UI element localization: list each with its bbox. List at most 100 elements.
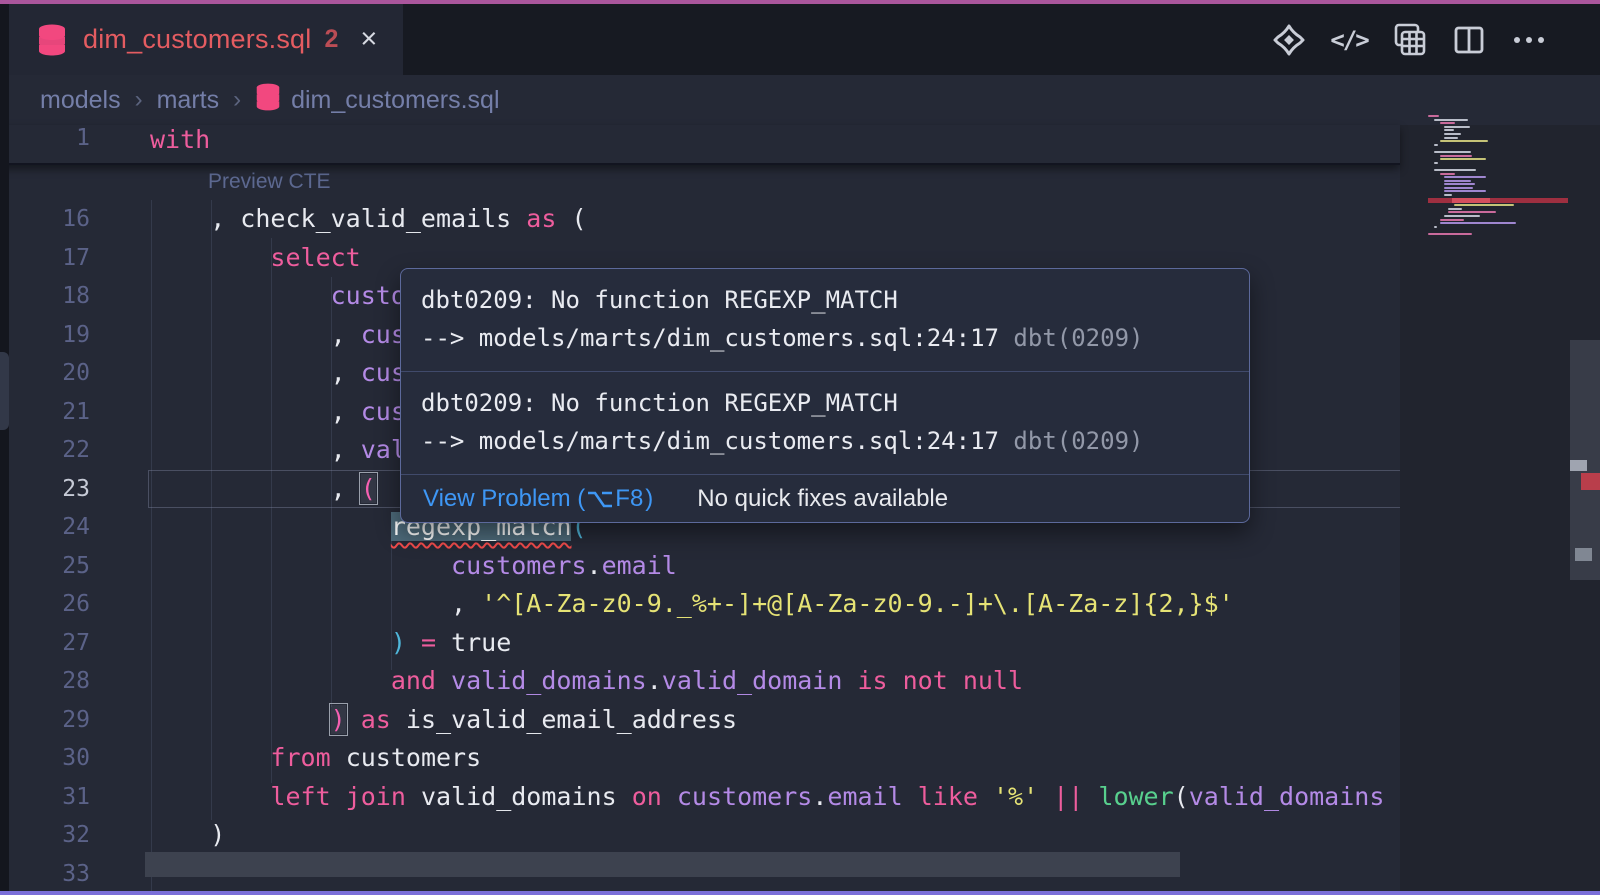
- code-token: ,: [150, 435, 361, 464]
- code-token: [978, 782, 993, 811]
- tab-problem-badge: 2: [324, 25, 338, 54]
- minimap-line: [1440, 140, 1488, 142]
- problem-source: dbt(0209): [999, 324, 1144, 352]
- split-editor-icon[interactable]: [1450, 21, 1488, 59]
- editor-actions: </>: [1270, 4, 1548, 75]
- line-number: 28: [0, 662, 90, 701]
- code-token: [903, 782, 918, 811]
- minimap-line: [1444, 137, 1458, 139]
- code-token: is not null: [857, 666, 1023, 695]
- code-token: ): [150, 820, 225, 849]
- line-number: 18: [0, 277, 90, 316]
- sticky-line-number: 1: [0, 125, 90, 163]
- window-bottom-accent: [0, 891, 1600, 895]
- sticky-scroll-line[interactable]: 1 with: [0, 125, 1400, 165]
- codelens-preview-cte[interactable]: Preview CTE: [208, 170, 331, 194]
- line-number: 23: [0, 470, 90, 509]
- problem-location: --> models/marts/dim_customers.sql:24:17…: [421, 319, 1229, 357]
- minimap-line: [1444, 176, 1486, 178]
- minimap-line: [1454, 204, 1514, 206]
- minimap-line: [1444, 190, 1486, 192]
- minimap-line: [1444, 133, 1461, 135]
- problem-path: --> models/marts/dim_customers.sql:24:17: [421, 324, 999, 352]
- close-icon[interactable]: ×: [360, 25, 377, 54]
- option-key-icon: [587, 489, 613, 509]
- line-text: left join valid_domains on customers.ema…: [150, 778, 1384, 817]
- code-line-32[interactable]: 32 ): [0, 816, 1400, 855]
- line-text: from customers: [150, 739, 481, 778]
- code-icon[interactable]: </>: [1330, 21, 1368, 59]
- code-token: and: [391, 666, 436, 695]
- code-token: customers: [346, 743, 481, 772]
- code-line-26[interactable]: 26 , '^[A-Za-z0-9._%+-]+@[A-Za-z0-9.-]+\…: [0, 585, 1400, 624]
- minimap-line: [1434, 169, 1476, 171]
- breadcrumb: models›marts›dim_customers.sql: [0, 75, 1600, 125]
- code-line-27[interactable]: 27 ) = true: [0, 624, 1400, 663]
- view-problem-link[interactable]: View Problem ( F8 ): [423, 485, 653, 513]
- code-token: left join: [270, 782, 405, 811]
- code-token: [406, 782, 421, 811]
- dbt-icon[interactable]: [1270, 21, 1308, 59]
- minimap-line: [1440, 122, 1455, 124]
- overview-ruler-mark: [1575, 548, 1592, 561]
- code-token: select: [270, 243, 360, 272]
- line-text: , check_valid_emails as (: [150, 200, 587, 239]
- rail-handle[interactable]: [0, 352, 9, 430]
- problem-path: --> models/marts/dim_customers.sql:24:17: [421, 427, 999, 455]
- minimap[interactable]: [1428, 115, 1568, 237]
- breadcrumb-item-marts[interactable]: marts: [157, 86, 220, 115]
- code-token: [617, 782, 632, 811]
- code-token: [406, 628, 421, 657]
- code-token: is_valid_email_address: [406, 705, 737, 734]
- code-token: ||: [1053, 782, 1083, 811]
- code-token: .: [812, 782, 827, 811]
- more-actions-icon[interactable]: [1510, 21, 1548, 59]
- horizontal-scrollbar[interactable]: [145, 852, 1180, 877]
- preview-table-icon[interactable]: [1390, 21, 1428, 59]
- minimap-line: [1444, 180, 1471, 182]
- code-token: (: [1174, 782, 1189, 811]
- database-icon: [255, 83, 281, 118]
- editor-pane[interactable]: Preview CTE 16 , check_valid_emails as (…: [0, 125, 1600, 891]
- code-token: .: [647, 666, 662, 695]
- minimap-line: [1434, 144, 1438, 146]
- code-token: [150, 551, 451, 580]
- code-line-25[interactable]: 25 customers.email: [0, 547, 1400, 586]
- problem-entry: dbt0209: No function REGEXP_MATCH --> mo…: [401, 269, 1249, 371]
- breadcrumb-label: marts: [157, 86, 220, 115]
- line-number: 26: [0, 585, 90, 624]
- code-token: [1038, 782, 1053, 811]
- code-token: valid_domain: [662, 666, 843, 695]
- line-number: 19: [0, 316, 90, 355]
- code-token: true: [451, 628, 511, 657]
- line-number: 21: [0, 393, 90, 432]
- minimap-line: [1428, 115, 1439, 117]
- code-line-31[interactable]: 31 left join valid_domains on customers.…: [0, 778, 1400, 817]
- minimap-line: [1448, 208, 1462, 210]
- breadcrumb-item-models[interactable]: models: [40, 86, 121, 115]
- minimap-line: [1434, 162, 1438, 164]
- code-token: with: [150, 125, 210, 154]
- code-line-28[interactable]: 28 and valid_domains.valid_domain is not…: [0, 662, 1400, 701]
- code-line-29[interactable]: 29 ) as is_valid_email_address: [0, 701, 1400, 740]
- minimap-line: [1448, 211, 1496, 213]
- code-token: ): [391, 628, 406, 657]
- minimap-error-line: [1428, 198, 1568, 203]
- minimap-blank: [1428, 229, 1568, 231]
- code-line-30[interactable]: 30 from customers: [0, 739, 1400, 778]
- window-top-accent: [0, 0, 1600, 4]
- code-token: =: [421, 628, 436, 657]
- code-token: [331, 743, 346, 772]
- minimap-blank: [1428, 147, 1568, 149]
- code-token: [391, 705, 406, 734]
- code-line-16[interactable]: 16 , check_valid_emails as (: [0, 200, 1400, 239]
- line-number: 24: [0, 508, 90, 547]
- breadcrumb-item-dim_customers-sql[interactable]: dim_customers.sql: [255, 83, 499, 118]
- minimap-line: [1444, 187, 1473, 189]
- breadcrumb-separator: ›: [135, 86, 143, 114]
- code-token: customers: [677, 782, 812, 811]
- code-token: as: [526, 204, 556, 233]
- tab-dim-customers[interactable]: dim_customers.sql 2 ×: [9, 4, 403, 75]
- code-token: from: [270, 743, 330, 772]
- minimap-line: [1440, 173, 1455, 175]
